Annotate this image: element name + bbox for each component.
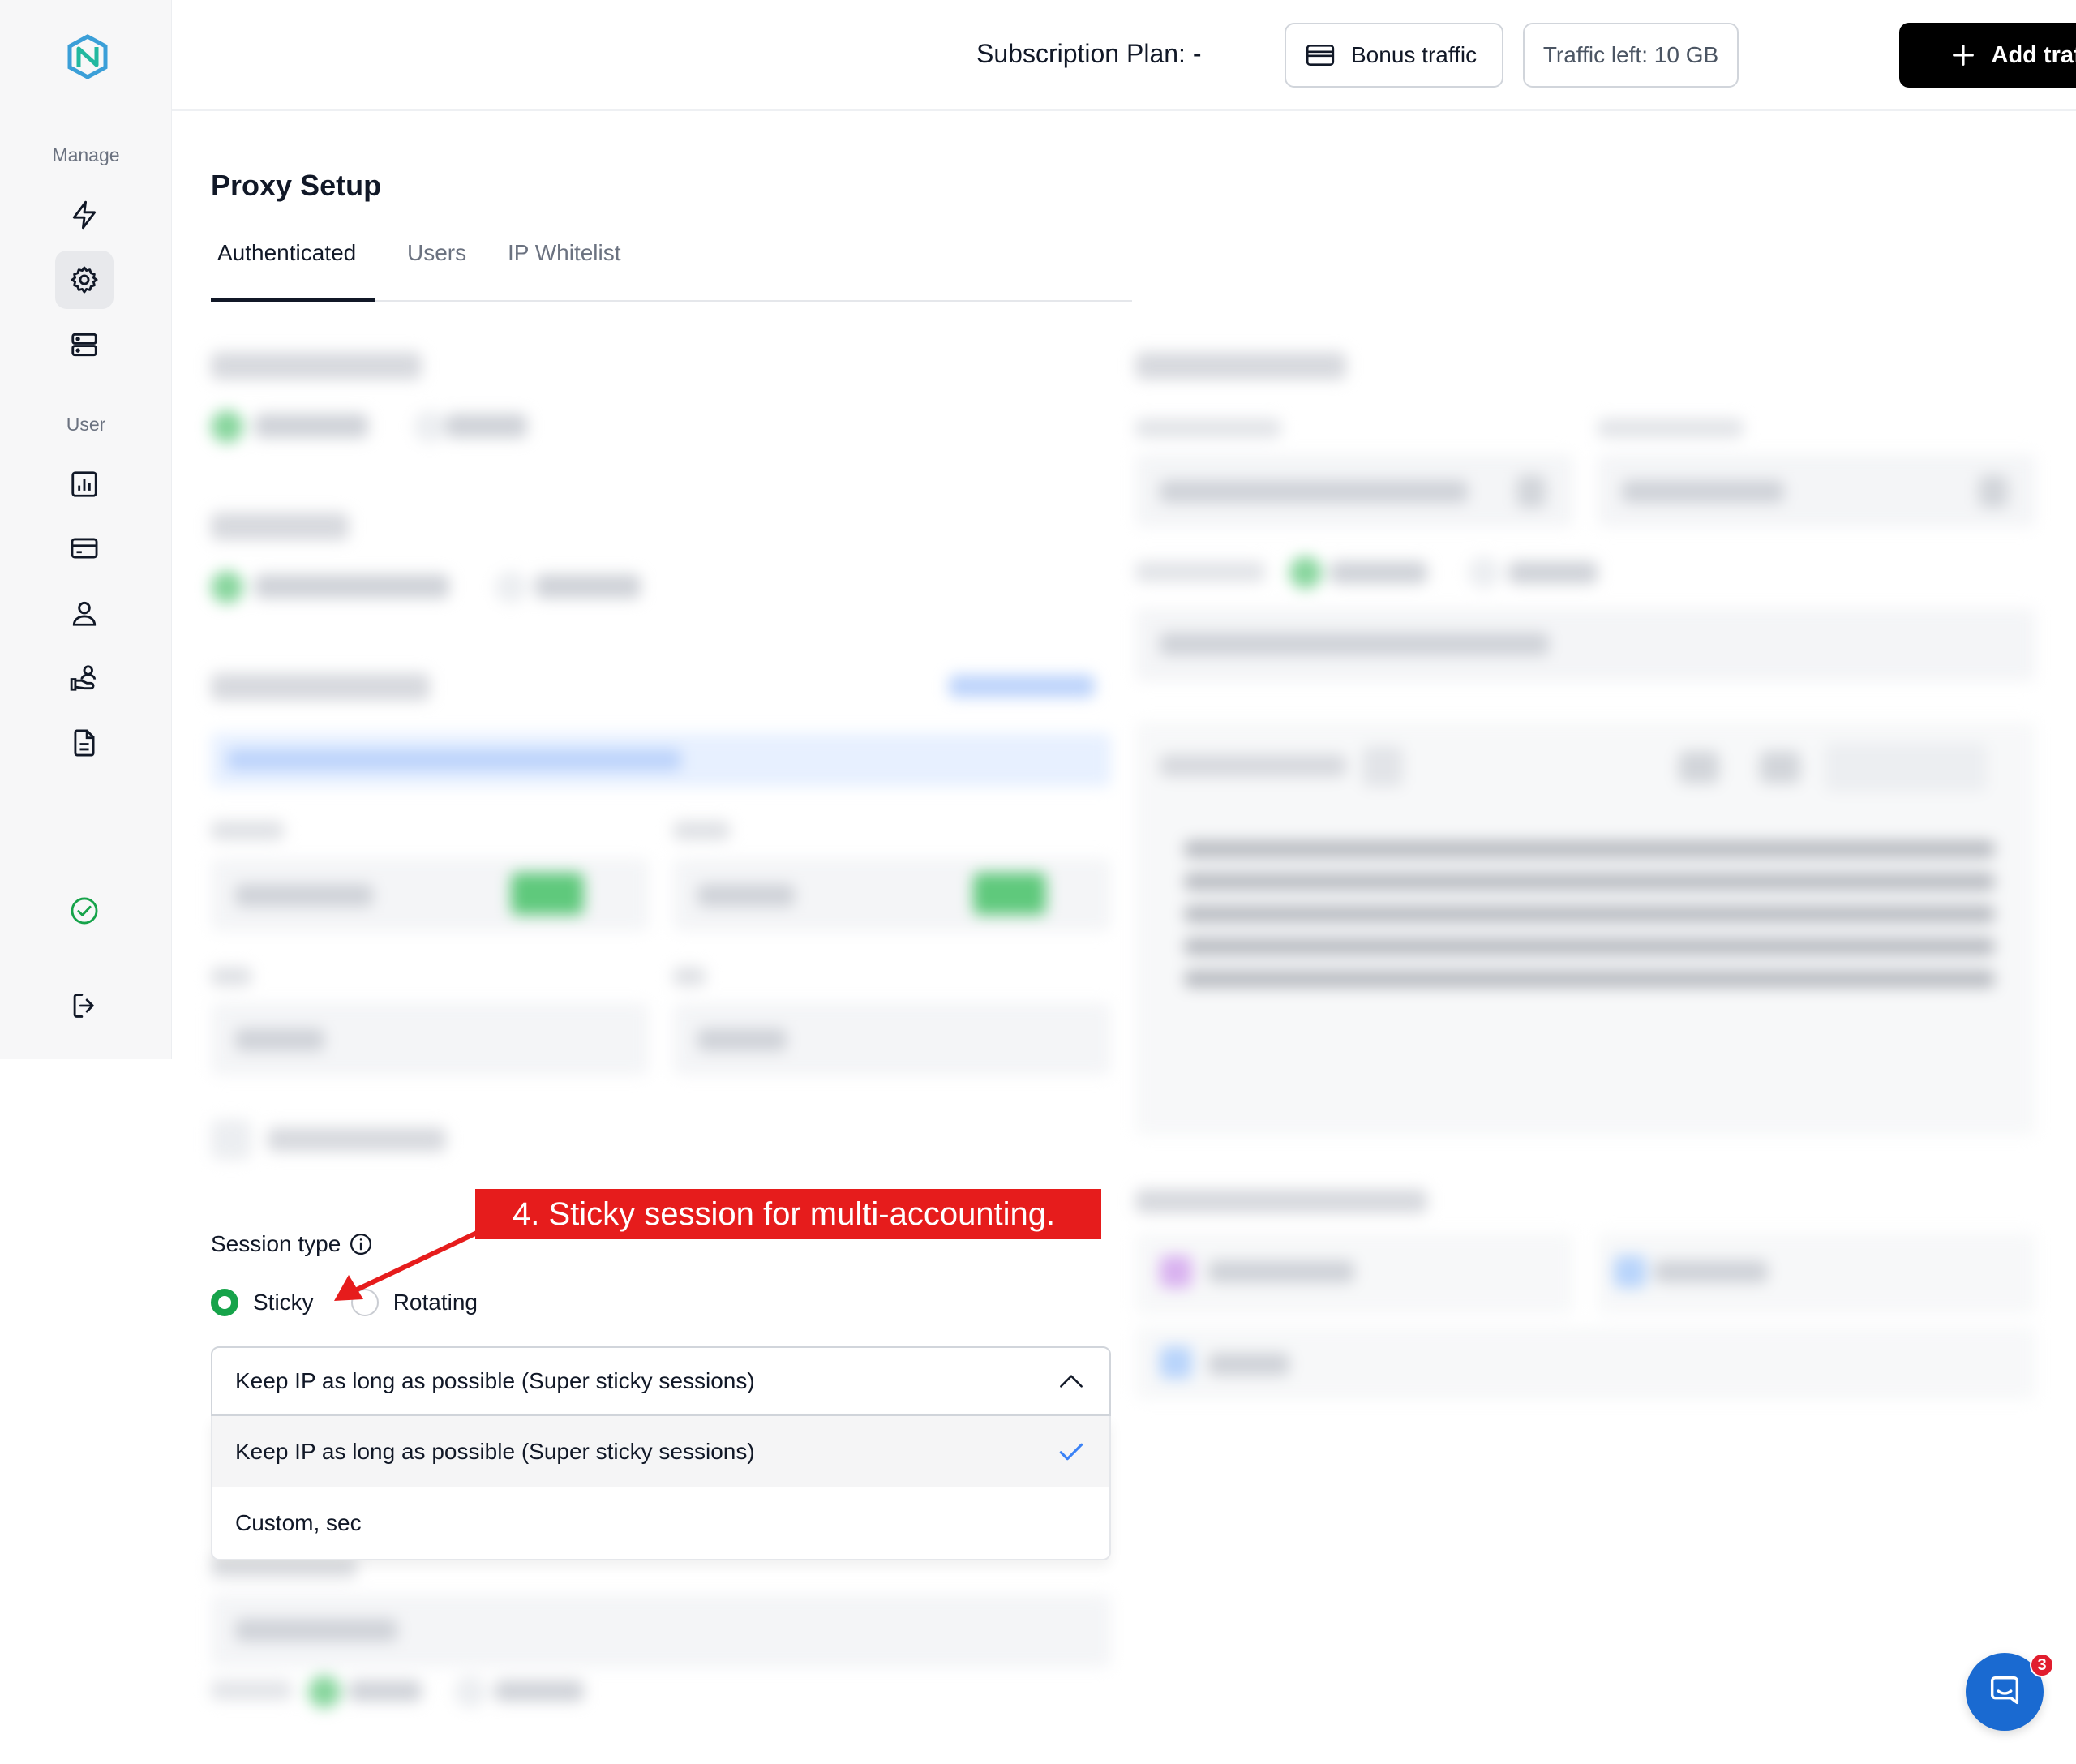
sticky-duration-menu: Keep IP as long as possible (Super stick…	[211, 1416, 1111, 1560]
sidebar-logout[interactable]	[55, 976, 114, 1035]
document-icon	[74, 729, 95, 757]
add-traffic-button[interactable]: Add traffic	[1899, 23, 2076, 88]
sticky-duration-value: Keep IP as long as possible (Super stick…	[235, 1368, 755, 1393]
subscription-plan: Subscription Plan: -	[976, 39, 1202, 68]
tab-authenticated-label: Authenticated	[217, 240, 357, 265]
blurred-proxy-generator-panel	[1127, 333, 2044, 1403]
annotation-callout: 4. Sticky session for multi-accounting.	[475, 1189, 1101, 1239]
gear-icon	[71, 266, 98, 294]
bonus-traffic-button[interactable]: Bonus traffic	[1285, 23, 1503, 88]
tab-bar: Authenticated Users IP Whitelist	[211, 240, 1132, 302]
check-circle-icon	[71, 897, 98, 925]
app-logo[interactable]	[66, 34, 109, 79]
sidebar-section-manage: Manage	[52, 144, 120, 165]
menu-option-custom-sec[interactable]: Custom, sec	[212, 1487, 1109, 1559]
sticky-radio[interactable]	[211, 1289, 238, 1316]
top-header: Subscription Plan: - Bonus traffic Traff…	[172, 0, 2076, 111]
chat-icon	[1990, 1676, 2019, 1705]
credit-card-icon	[71, 538, 98, 559]
blurred-settings-panel	[203, 333, 1127, 1184]
traffic-left-label: Traffic left: 10 GB	[1542, 42, 1719, 67]
user-icon	[72, 601, 97, 626]
check-icon	[1059, 1443, 1083, 1461]
sidebar-item-profile[interactable]	[55, 584, 114, 642]
annotation-arrow	[334, 1230, 479, 1301]
menu-option-super-sticky-label: Keep IP as long as possible (Super stick…	[235, 1439, 755, 1464]
wallet-icon	[1306, 45, 1335, 66]
sidebar-item-proxy-setup[interactable]	[55, 251, 114, 309]
sidebar-item-billing[interactable]	[55, 519, 114, 577]
menu-option-custom-sec-label: Custom, sec	[235, 1510, 362, 1535]
server-icon	[71, 333, 97, 357]
add-traffic-label: Add traffic	[1991, 41, 2076, 68]
tab-ip-whitelist-label: IP Whitelist	[508, 240, 621, 265]
sidebar-status[interactable]	[55, 882, 114, 940]
sidebar-item-referral[interactable]	[55, 649, 114, 707]
sidebar-item-servers[interactable]	[55, 315, 114, 374]
chat-unread-badge: 3	[2030, 1653, 2054, 1677]
annotation-text: 4. Sticky session for multi-accounting.	[513, 1195, 1056, 1232]
sticky-duration-select[interactable]: Keep IP as long as possible (Super stick…	[211, 1346, 1111, 1416]
logout-icon	[73, 994, 94, 1018]
bolt-icon	[72, 200, 97, 230]
tab-users[interactable]: Users	[407, 240, 466, 302]
session-type-text: Session type	[211, 1231, 341, 1256]
tab-authenticated[interactable]: Authenticated	[211, 240, 375, 302]
sidebar: Manage User	[0, 0, 172, 1059]
menu-option-super-sticky[interactable]: Keep IP as long as possible (Super stick…	[212, 1416, 1109, 1487]
tab-ip-whitelist[interactable]: IP Whitelist	[508, 240, 621, 302]
referral-icon	[70, 665, 97, 691]
bonus-traffic-label: Bonus traffic	[1351, 42, 1478, 67]
sidebar-section-user: User	[66, 414, 106, 435]
sidebar-item-statistics[interactable]	[55, 455, 114, 513]
chart-icon	[71, 471, 97, 497]
chevron-up-icon	[1060, 1375, 1083, 1388]
sticky-label: Sticky	[253, 1290, 314, 1315]
sidebar-item-dashboard[interactable]	[55, 186, 114, 244]
traffic-left-badge: Traffic left: 10 GB	[1523, 23, 1739, 88]
page-title: Proxy Setup	[211, 169, 382, 202]
sidebar-item-documents[interactable]	[55, 714, 114, 772]
blurred-bottom-fields	[203, 1541, 1127, 1736]
tab-users-label: Users	[407, 240, 467, 265]
plus-icon	[1952, 45, 1974, 66]
